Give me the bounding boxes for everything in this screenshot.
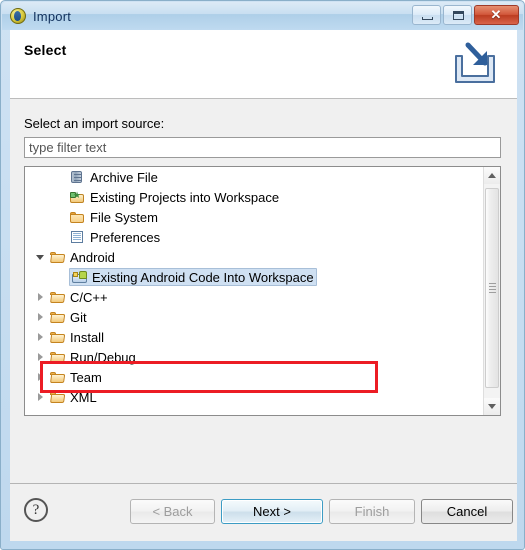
scroll-up-icon[interactable]	[484, 167, 500, 184]
tree-item-label: XML	[70, 389, 97, 405]
existing-projects-icon: ★	[69, 189, 86, 205]
dialog-body: Select an import source: Archive File★Ex…	[10, 99, 517, 483]
tree-item-label: C/C++	[70, 289, 108, 305]
tree-item-run-debug[interactable]: Run/Debug	[25, 347, 483, 367]
import-dialog-window: Import ✕ Select Select an import source:…	[0, 0, 525, 550]
folder-open-icon	[49, 389, 66, 405]
back-button[interactable]: < Back	[130, 499, 215, 524]
expand-arrow-icon[interactable]	[33, 307, 49, 327]
tree-item-existing-projects-into-workspace[interactable]: ★ Existing Projects into Workspace	[25, 187, 483, 207]
tree-item-git[interactable]: Git	[25, 307, 483, 327]
tree-item-label: Existing Android Code Into Workspace	[92, 269, 314, 285]
folder-open-icon	[49, 369, 66, 385]
folder-icon	[69, 209, 86, 225]
scrollbar-grip-icon	[489, 283, 496, 284]
tree-item-label: Git	[70, 309, 87, 325]
scrollbar-thumb[interactable]	[485, 188, 499, 388]
maximize-button[interactable]	[443, 5, 472, 25]
dialog-footer: ? < Back Next > Finish Cancel	[10, 483, 517, 541]
tree-item-file-system[interactable]: File System	[25, 207, 483, 227]
maximize-icon	[453, 11, 464, 20]
import-arrow-icon	[455, 42, 495, 83]
android-project-icon	[71, 269, 88, 285]
folder-open-icon	[49, 349, 66, 365]
tree-item-install[interactable]: Install	[25, 327, 483, 347]
close-button[interactable]: ✕	[474, 5, 519, 25]
tree-item-label: Android	[70, 249, 115, 265]
folder-open-icon	[49, 249, 66, 265]
folder-open-icon	[49, 289, 66, 305]
tree-item-label: File System	[90, 209, 158, 225]
tree-item-existing-android-code-into-workspace[interactable]: Existing Android Code Into Workspace	[25, 267, 483, 287]
tree-item-list: Archive File ★ Existing Projects into Work…	[25, 167, 483, 415]
tree-vertical-scrollbar[interactable]	[483, 167, 500, 415]
tree-item-label: Run/Debug	[70, 349, 136, 365]
next-button[interactable]: Next >	[221, 499, 323, 524]
folder-open-icon	[49, 309, 66, 325]
tree-item-label: Team	[70, 369, 102, 385]
cancel-button[interactable]: Cancel	[421, 499, 513, 524]
folder-open-icon	[49, 329, 66, 345]
tree-item-preferences[interactable]: Preferences	[25, 227, 483, 247]
expand-arrow-icon[interactable]	[33, 287, 49, 307]
title-bar: Import ✕	[2, 2, 523, 30]
tree-item-xml[interactable]: XML	[25, 387, 483, 407]
close-icon: ✕	[490, 7, 502, 22]
expand-arrow-icon[interactable]	[33, 367, 49, 387]
tree-item-c-c[interactable]: C/C++	[25, 287, 483, 307]
collapse-arrow-icon[interactable]	[33, 247, 49, 267]
preferences-icon	[69, 229, 86, 245]
tree-item-archive-file[interactable]: Archive File	[25, 167, 483, 187]
minimize-icon	[422, 17, 433, 20]
tree-item-label: Install	[70, 329, 104, 345]
eclipse-wizard-icon	[10, 8, 26, 24]
page-title: Select	[24, 42, 67, 58]
finish-button[interactable]: Finish	[329, 499, 415, 524]
selected-item-highlight: Existing Android Code Into Workspace	[69, 268, 317, 286]
expand-arrow-icon[interactable]	[33, 327, 49, 347]
tree-item-label: Existing Projects into Workspace	[90, 189, 280, 205]
import-source-label: Select an import source:	[24, 116, 165, 131]
tree-item-team[interactable]: Team	[25, 367, 483, 387]
filter-input[interactable]	[24, 137, 501, 158]
scroll-down-icon[interactable]	[484, 398, 500, 415]
minimize-button[interactable]	[412, 5, 441, 25]
archive-file-icon	[69, 169, 86, 185]
expand-arrow-icon[interactable]	[33, 347, 49, 367]
window-title: Import	[33, 8, 72, 24]
wizard-header: Select	[10, 30, 517, 99]
import-source-tree[interactable]: Archive File ★ Existing Projects into Work…	[24, 166, 501, 416]
tree-item-label: Preferences	[90, 229, 161, 245]
expand-arrow-icon[interactable]	[33, 387, 49, 407]
tree-item-label: Archive File	[90, 169, 158, 185]
tree-item-android[interactable]: Android	[25, 247, 483, 267]
help-icon[interactable]: ?	[24, 498, 48, 522]
window-controls: ✕	[412, 5, 519, 25]
